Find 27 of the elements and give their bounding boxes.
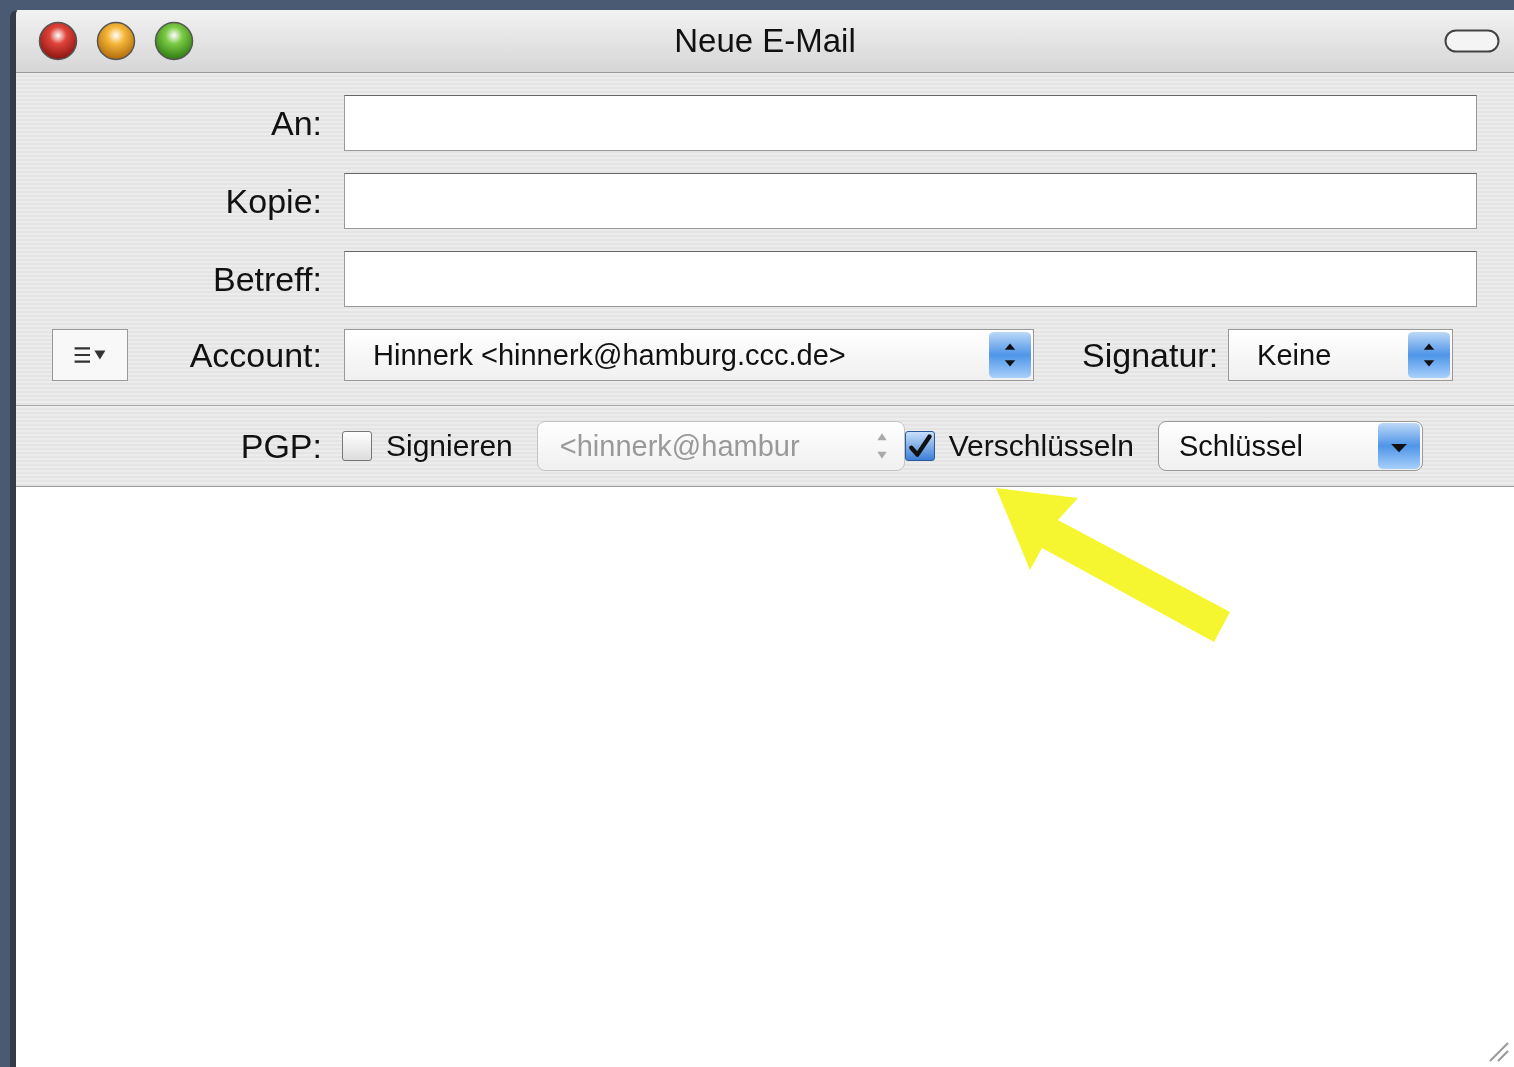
field-label: Kopie: [224,181,322,221]
key-popup[interactable]: Schlüssel [1157,421,1423,471]
stepper-icon [1408,332,1451,378]
field-label: Betreff: [212,259,322,299]
checkbox-label[interactable]: Signieren [386,429,513,463]
checkbox[interactable] [904,431,935,461]
zoom-button[interactable] [154,21,194,61]
toolbar-toggle-button[interactable] [1444,29,1500,53]
stepper-icon [875,432,888,460]
field-label: An: [269,103,322,143]
text-field[interactable] [344,95,1477,151]
checkbox-label[interactable]: Verschlüsseln [948,429,1134,463]
checkbox[interactable] [342,431,372,461]
stepper-icon [989,332,1031,378]
account-popup[interactable]: Hinnerk <hinnerk@hamburg.ccc.de> [344,329,1034,381]
text-field[interactable] [344,251,1477,307]
minimize-button[interactable] [96,21,136,61]
field-label: Account: [189,335,322,375]
text-field[interactable] [344,173,1477,229]
list-menu-icon [73,344,107,366]
window-title: Neue E-Mail [674,22,856,60]
signature-popup[interactable]: Keine [1228,329,1454,381]
close-button[interactable] [38,21,78,61]
checkmark-icon [906,433,933,459]
field-label: Signatur: [1082,335,1219,375]
field-label: PGP: [240,426,322,466]
format-menu-button[interactable] [52,329,128,381]
